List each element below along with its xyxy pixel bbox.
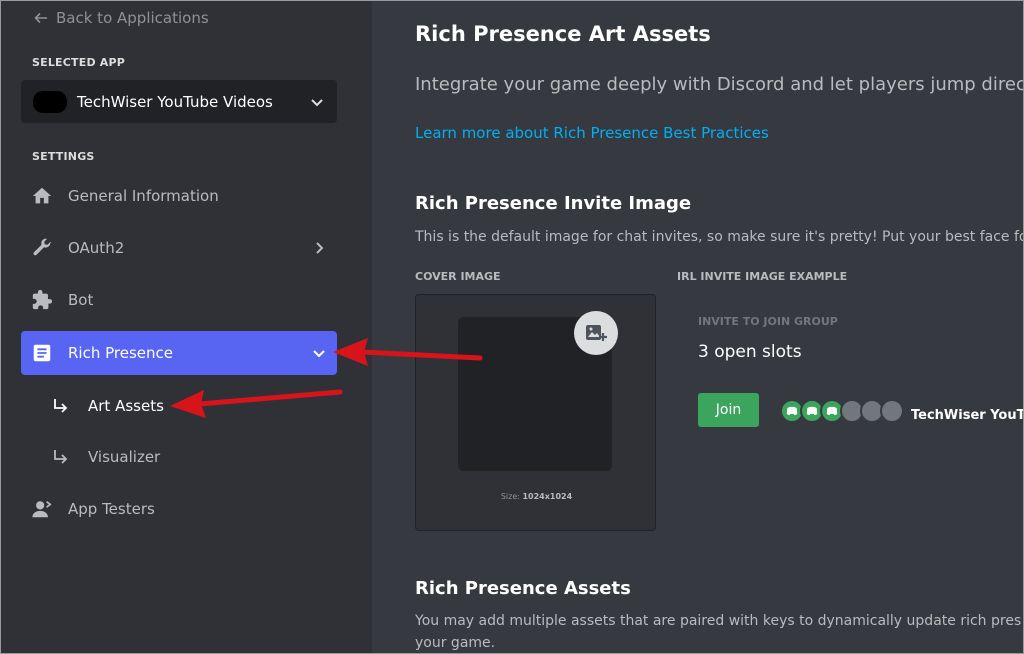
assets-description-line2: your game. (415, 635, 496, 651)
settings-heading: SETTINGS (32, 150, 95, 163)
image-size-note: Size: 1024x1024 (416, 492, 657, 501)
cover-image-label: COVER IMAGE (415, 270, 501, 283)
app-avatar (33, 90, 67, 113)
chevron-down-icon (313, 350, 325, 358)
join-button[interactable]: Join (698, 393, 759, 427)
assets-heading: Rich Presence Assets (415, 578, 631, 599)
document-icon (31, 342, 53, 364)
invite-image-heading: Rich Presence Invite Image (415, 193, 692, 214)
wrench-icon (31, 237, 53, 259)
invite-app-name: TechWiser YouTu (911, 408, 1024, 423)
image-add-icon (586, 325, 607, 341)
sidebar-item-app-testers[interactable]: App Testers (21, 487, 337, 531)
learn-more-link[interactable]: Learn more about Rich Presence Best Prac… (415, 124, 769, 142)
sidebar-item-label: Rich Presence (68, 344, 173, 362)
user-icon (31, 498, 53, 520)
party-avatars (780, 399, 910, 423)
sidebar-subitem-label: Visualizer (88, 448, 161, 466)
sidebar-item-label: General Information (68, 187, 219, 205)
upload-image-button[interactable] (574, 311, 618, 355)
back-to-applications-link[interactable]: Back to Applications (34, 8, 209, 28)
sidebar-item-general-information[interactable]: General Information (21, 174, 337, 218)
size-value: 1024x1024 (522, 492, 573, 501)
sidebar-item-label: App Testers (68, 500, 155, 518)
intro-text: Integrate your game deeply with Discord … (415, 74, 1024, 95)
page-title: Rich Presence Art Assets (415, 22, 711, 46)
puzzle-icon (31, 289, 53, 311)
sidebar-subitem-label: Art Assets (88, 397, 164, 415)
home-icon (31, 185, 53, 207)
chevron-down-icon (311, 98, 323, 106)
app-selector[interactable]: TechWiser YouTube Videos (21, 80, 337, 123)
invite-to-join-label: INVITE TO JOIN GROUP (698, 315, 838, 328)
back-label: Back to Applications (56, 9, 209, 27)
sidebar-subitem-visualizer[interactable]: Visualizer (52, 442, 160, 472)
open-slots-text: 3 open slots (698, 342, 802, 362)
arrow-left-icon (34, 12, 47, 24)
cover-image-uploader[interactable]: Size: 1024x1024 (415, 294, 656, 531)
sidebar-subitem-art-assets[interactable]: Art Assets (52, 391, 164, 421)
sidebar-item-oauth2[interactable]: OAuth2 (21, 226, 337, 270)
selected-app-heading: SELECTED APP (32, 56, 126, 69)
empty-slot-avatar (880, 399, 904, 423)
sub-arrow-icon (54, 399, 68, 413)
app-name: TechWiser YouTube Videos (77, 92, 273, 111)
sub-arrow-icon (54, 450, 68, 464)
invite-example-label: IRL INVITE IMAGE EXAMPLE (677, 270, 848, 283)
invite-image-description: This is the default image for chat invit… (415, 229, 1024, 245)
sidebar-item-rich-presence[interactable]: Rich Presence (21, 331, 337, 375)
assets-description-line1: You may add multiple assets that are pai… (415, 613, 1022, 629)
main-content: Rich Presence Art Assets Integrate your … (372, 0, 1024, 654)
size-prefix: Size: (500, 492, 520, 501)
sidebar-item-bot[interactable]: Bot (21, 278, 337, 322)
sidebar-item-label: Bot (68, 291, 94, 309)
sidebar: Back to Applications SELECTED APP TechWi… (0, 0, 372, 654)
sidebar-item-label: OAuth2 (68, 239, 125, 257)
chevron-right-icon (316, 242, 324, 254)
